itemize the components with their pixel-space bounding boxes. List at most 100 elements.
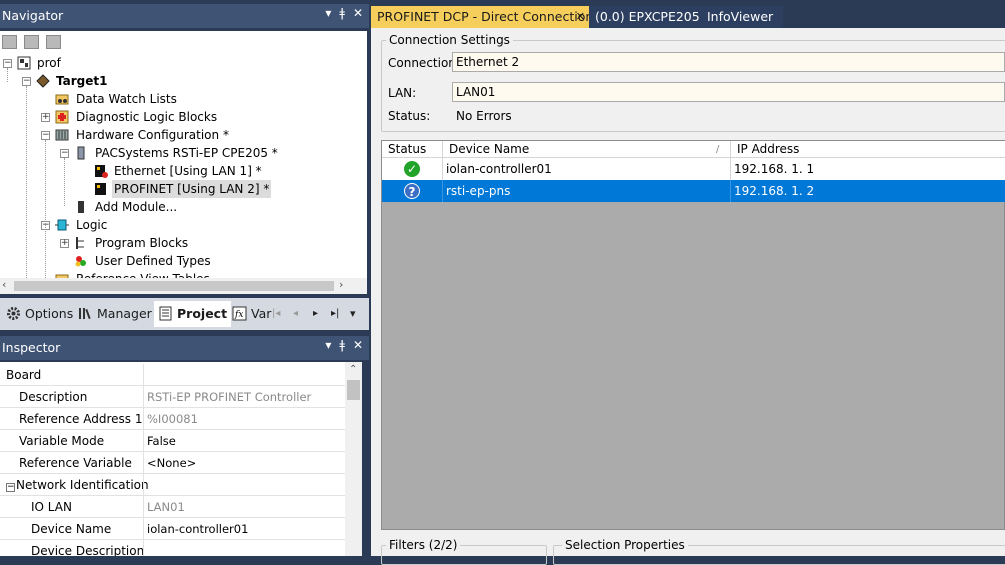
- property-name: IO LAN: [31, 500, 72, 514]
- previous-tab-button[interactable]: ◂: [293, 308, 298, 319]
- last-tab-button[interactable]: ▸|: [331, 308, 339, 319]
- tree-item-diagnostic-logic-blocks[interactable]: Diagnostic Logic Blocks: [76, 108, 217, 126]
- close-icon[interactable]: ✕: [353, 6, 363, 20]
- connection-field[interactable]: Ethernet 2: [452, 52, 1005, 72]
- tree-item-user-defined-types[interactable]: User Defined Types: [95, 252, 211, 270]
- property-name: Description: [19, 390, 88, 404]
- property-category-row[interactable]: −Network Identification: [0, 474, 345, 496]
- navigator-horizontal-scrollbar[interactable]: ‹ ›: [0, 278, 351, 294]
- collapse-toggle[interactable]: −: [41, 131, 50, 140]
- property-value[interactable]: <None>: [147, 452, 196, 474]
- tree-item-pacsystems-cpe205[interactable]: PACSystems RSTi-EP CPE205 *: [95, 144, 278, 162]
- tab-project[interactable]: Project: [154, 301, 232, 327]
- scroll-up-icon[interactable]: ⌃: [349, 364, 357, 375]
- expand-toggle[interactable]: +: [41, 113, 50, 122]
- property-row[interactable]: Device Description: [0, 540, 345, 556]
- tab-variables-label: Var: [251, 306, 272, 321]
- table-row[interactable]: ✓ iolan-controller01 192.168. 1. 1: [382, 158, 1005, 180]
- property-name: Device Name: [31, 522, 112, 536]
- expand-toggle[interactable]: +: [60, 239, 69, 248]
- collapse-toggle[interactable]: −: [22, 77, 31, 86]
- dropdown-icon[interactable]: ▾: [325, 338, 331, 352]
- property-row[interactable]: IO LAN LAN01: [0, 496, 345, 518]
- collapse-toggle[interactable]: −: [6, 483, 15, 492]
- property-row[interactable]: Reference Address 1 %I00081: [0, 408, 345, 430]
- tree-item-program-blocks[interactable]: Program Blocks: [95, 234, 188, 252]
- tree-item-logic[interactable]: Logic: [76, 216, 107, 234]
- filters-title[interactable]: Filters (2/2): [386, 538, 461, 552]
- close-icon[interactable]: ✕: [353, 338, 363, 352]
- edit-view-icon[interactable]: [24, 35, 39, 49]
- tree-item-hardware-configuration[interactable]: Hardware Configuration *: [76, 126, 229, 144]
- property-value[interactable]: False: [147, 430, 176, 452]
- inspector-title: Inspector: [2, 340, 61, 355]
- column-header-device-name[interactable]: Device Name: [449, 141, 529, 158]
- function-icon: fx: [232, 306, 247, 321]
- property-row[interactable]: Device Name iolan-controller01: [0, 518, 345, 540]
- scroll-thumb[interactable]: [14, 281, 334, 291]
- next-tab-button[interactable]: ▸: [313, 308, 318, 319]
- scroll-left-icon[interactable]: ‹: [2, 278, 6, 291]
- property-name: Reference Address 1: [19, 412, 143, 426]
- inspector-vertical-scrollbar[interactable]: ⌃: [345, 362, 362, 556]
- first-tab-button[interactable]: |◂: [272, 308, 280, 319]
- property-value: %I00081: [147, 412, 198, 426]
- user-types-icon: [75, 256, 86, 267]
- tree-item-data-watch-lists[interactable]: Data Watch Lists: [76, 90, 177, 108]
- list-view-icon[interactable]: [46, 35, 61, 49]
- collapse-toggle[interactable]: −: [3, 59, 12, 68]
- project-icon: [159, 306, 172, 321]
- navigator-title: Navigator: [2, 8, 64, 23]
- selection-properties-group: Selection Properties: [553, 538, 1005, 565]
- lan-field[interactable]: LAN01: [452, 82, 1005, 102]
- target-icon: [36, 74, 50, 88]
- tab-menu-button[interactable]: ▾: [350, 307, 356, 320]
- property-row[interactable]: Variable Mode False: [0, 430, 345, 452]
- diagnostic-icon: [55, 110, 69, 124]
- scroll-thumb[interactable]: [347, 380, 360, 400]
- tab-profinet-dcp[interactable]: PROFINET DCP - Direct Connection ✕: [371, 6, 593, 28]
- profinet-module-icon: [95, 183, 106, 195]
- program-blocks-icon: [76, 237, 84, 249]
- add-module-icon: [78, 201, 84, 213]
- tab-variables[interactable]: fx Var: [228, 301, 275, 327]
- grid-view-icon[interactable]: [2, 35, 17, 49]
- collapse-toggle[interactable]: −: [60, 149, 69, 158]
- dropdown-icon[interactable]: ▾: [325, 6, 331, 20]
- tree-item-profinet-lan2[interactable]: PROFINET [Using LAN 2] *: [112, 180, 272, 198]
- table-row[interactable]: ? rsti-ep-pns 192.168. 1. 2: [382, 180, 1005, 202]
- tab-epxcpe205[interactable]: (0.0) EPXCPE205: [589, 6, 701, 28]
- watch-list-icon: [55, 94, 69, 105]
- property-value[interactable]: iolan-controller01: [147, 518, 248, 540]
- tree-item-prof[interactable]: prof: [37, 54, 61, 72]
- scroll-corner: [351, 278, 367, 294]
- device-table: Status Device Name / IP Address ✓ iolan-…: [381, 140, 1005, 530]
- close-icon[interactable]: ✕: [576, 6, 585, 28]
- tab-options[interactable]: Options: [2, 301, 77, 327]
- property-name: Board: [6, 368, 42, 382]
- tab-project-label: Project: [177, 306, 228, 321]
- pin-icon[interactable]: ǂ: [339, 338, 345, 352]
- status-value: No Errors: [456, 109, 512, 123]
- status-ok-icon: ✓: [404, 161, 420, 177]
- pin-icon[interactable]: ǂ: [339, 6, 345, 20]
- tree-item-ethernet-lan1[interactable]: Ethernet [Using LAN 1] *: [114, 162, 262, 180]
- tree-item-add-module[interactable]: Add Module...: [95, 198, 177, 216]
- library-icon: [79, 308, 91, 320]
- property-row[interactable]: Description RSTi-EP PROFINET Controller: [0, 386, 345, 408]
- property-row[interactable]: Board: [0, 364, 345, 386]
- sort-icon: /: [716, 144, 720, 155]
- svg-text:fx: fx: [234, 310, 243, 320]
- device-name-cell: iolan-controller01: [446, 162, 552, 176]
- scroll-right-icon[interactable]: ›: [339, 278, 343, 291]
- column-header-status[interactable]: Status: [388, 141, 426, 158]
- tab-manager[interactable]: Manager: [74, 301, 156, 327]
- property-value: LAN01: [147, 500, 185, 514]
- property-row[interactable]: Reference Variable <None>: [0, 452, 345, 474]
- tab-infoviewer[interactable]: InfoViewer: [701, 6, 783, 28]
- inspector-titlebar: Inspector ▾ ǂ ✕: [0, 336, 369, 360]
- column-header-ip-address[interactable]: IP Address: [737, 141, 799, 158]
- property-name: Device Description: [31, 544, 145, 556]
- hardware-icon: [55, 129, 69, 141]
- tree-item-target1[interactable]: Target1: [56, 72, 107, 90]
